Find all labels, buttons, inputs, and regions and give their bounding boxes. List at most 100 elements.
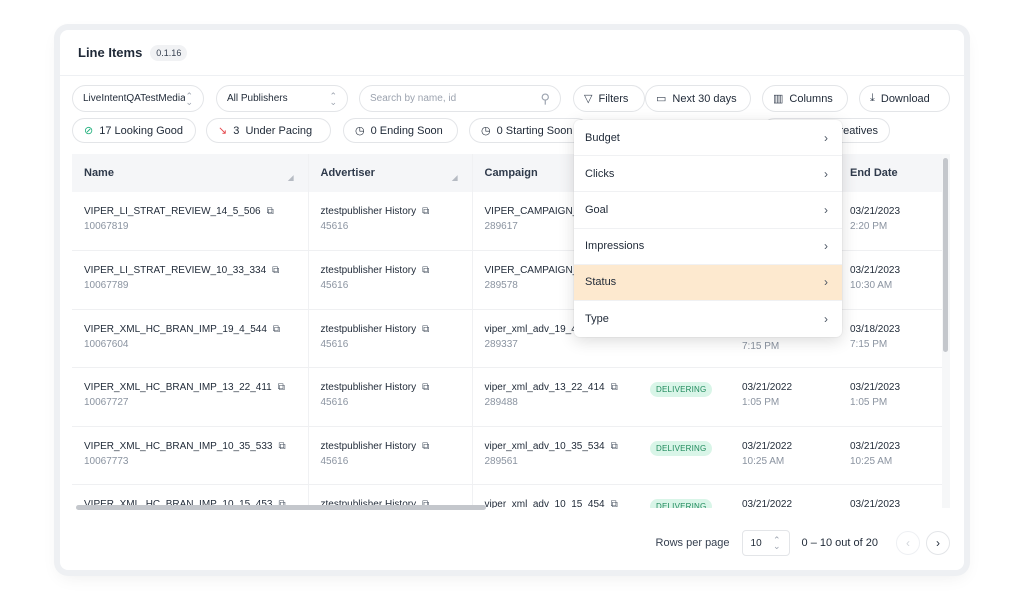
- external-link-icon[interactable]: ⧉: [422, 382, 429, 393]
- horizontal-scrollbar-thumb[interactable]: [76, 505, 486, 510]
- advertiser-name-text[interactable]: ztestpublisher History: [321, 441, 417, 452]
- external-link-icon[interactable]: ⧉: [278, 441, 285, 452]
- chevron-right-icon: ›: [824, 130, 828, 145]
- column-header-name[interactable]: Name ◢: [72, 154, 308, 192]
- campaign-name-text[interactable]: viper_xml_adv_10_35_534: [485, 441, 605, 452]
- vertical-scrollbar-thumb[interactable]: [943, 158, 948, 352]
- line-item-name[interactable]: VIPER_XML_HC_BRAN_IMP_19_4_544 ⧉: [84, 324, 308, 335]
- line-item-name-text[interactable]: VIPER_XML_HC_BRAN_IMP_13_22_411: [84, 382, 272, 393]
- filter-menu-item-impressions[interactable]: Impressions ›: [574, 229, 842, 265]
- external-link-icon[interactable]: ⧉: [422, 206, 429, 217]
- external-link-icon[interactable]: ⧉: [278, 382, 285, 393]
- line-item-name[interactable]: VIPER_LI_STRAT_REVIEW_14_5_506 ⧉: [84, 206, 308, 217]
- chip-under-pacing[interactable]: ↘ 3 Under Pacing: [206, 118, 331, 143]
- external-link-icon[interactable]: ⧉: [611, 382, 618, 393]
- external-link-icon[interactable]: ⧉: [272, 265, 279, 276]
- rows-per-page-label: Rows per page: [655, 537, 730, 549]
- filter-menu-item-status[interactable]: Status ›: [574, 264, 842, 301]
- filter-menu-item-label: Status: [585, 276, 617, 289]
- chevron-right-icon: ›: [824, 312, 828, 327]
- external-link-icon[interactable]: ⧉: [422, 441, 429, 452]
- campaign-name[interactable]: viper_xml_adv_13_22_414 ⧉: [485, 382, 639, 393]
- advertiser-name[interactable]: ztestpublisher History ⧉: [321, 441, 472, 452]
- column-header-end-date[interactable]: End Date◢: [838, 154, 950, 192]
- updown-icon: ⌃ ⌄: [329, 90, 337, 107]
- vertical-scrollbar[interactable]: [942, 154, 950, 508]
- advertiser-id: 45616: [320, 455, 349, 467]
- chip-ending-soon[interactable]: ◷ 0 Ending Soon: [343, 118, 458, 143]
- calendar-icon: ▭: [656, 93, 667, 105]
- advertiser-id: 45616: [320, 397, 349, 408]
- end-date: 03/21/2023: [850, 382, 901, 393]
- end-date: 03/21/2023: [850, 265, 901, 276]
- external-link-icon[interactable]: ⧉: [267, 206, 274, 217]
- resize-handle-icon[interactable]: ◢: [452, 174, 457, 182]
- column-header-advertiser[interactable]: Advertiser ◢: [307, 154, 472, 192]
- filter-menu-item-label: Impressions: [585, 240, 645, 253]
- external-link-icon[interactable]: ⧉: [611, 441, 618, 452]
- advertiser-name-text[interactable]: ztestpublisher History: [321, 206, 417, 217]
- line-item-name-text[interactable]: VIPER_LI_STRAT_REVIEW_10_33_334: [84, 265, 266, 276]
- campaign-id: 289561: [484, 455, 518, 467]
- filter-menu-item-goal[interactable]: Goal ›: [574, 192, 842, 229]
- table-row[interactable]: VIPER_XML_HC_BRAN_IMP_13_22_411 ⧉ 10067727…: [72, 367, 950, 427]
- start-time: 1:05 PM: [742, 397, 780, 408]
- external-link-icon[interactable]: ⧉: [422, 324, 429, 335]
- horizontal-scrollbar[interactable]: [72, 504, 950, 512]
- column-label: End Date: [850, 167, 898, 179]
- advertiser-name[interactable]: ztestpublisher History ⧉: [321, 324, 472, 335]
- date-range-button[interactable]: ▭ Next 30 days: [645, 85, 751, 112]
- campaign-name-text[interactable]: viper_xml_adv_13_22_414: [485, 382, 605, 393]
- line-item-name-text[interactable]: VIPER_LI_STRAT_REVIEW_14_5_506: [84, 206, 261, 217]
- line-item-name-text[interactable]: VIPER_XML_HC_BRAN_IMP_10_35_533: [84, 441, 272, 452]
- advertiser-name-text[interactable]: ztestpublisher History: [321, 382, 417, 393]
- filters-label: Filters: [598, 92, 629, 105]
- rows-per-page-select[interactable]: 10 ⌃ ⌄: [741, 530, 790, 556]
- filter-menu-item-budget[interactable]: Budget ›: [574, 120, 842, 157]
- line-item-name-text[interactable]: VIPER_XML_HC_BRAN_IMP_19_4_544: [84, 324, 267, 335]
- start-time: 10:25 AM: [742, 455, 785, 467]
- updown-icon: ⌃ ⌄: [185, 90, 193, 107]
- filters-button[interactable]: ▽ Filters: [573, 85, 645, 112]
- external-link-icon[interactable]: ⧉: [273, 324, 280, 335]
- advertiser-name-text[interactable]: ztestpublisher History: [321, 265, 417, 276]
- start-time: 7:15 PM: [742, 340, 780, 352]
- campaign-name[interactable]: viper_xml_adv_10_35_534 ⧉: [485, 441, 639, 452]
- columns-button[interactable]: ▥ Columns: [762, 85, 848, 112]
- chip-starting-soon[interactable]: ◷ 0 Starting Soon: [469, 118, 589, 143]
- end-time: 7:15 PM: [850, 338, 888, 350]
- chevron-right-icon: ›: [824, 239, 828, 254]
- line-item-name[interactable]: VIPER_XML_HC_BRAN_IMP_13_22_411 ⧉: [84, 382, 308, 393]
- advertiser-name[interactable]: ztestpublisher History ⧉: [321, 265, 472, 276]
- filter-menu-item-label: Type: [585, 313, 609, 326]
- campaign-name-text[interactable]: VIPER_CAMPAIGN_S: [485, 265, 585, 276]
- advertiser-name[interactable]: ztestpublisher History ⧉: [321, 382, 472, 393]
- filter-menu-item-clicks[interactable]: Clicks ›: [574, 156, 842, 193]
- campaign-name-text[interactable]: viper_xml_adv_19_4: [485, 324, 577, 335]
- table-row[interactable]: VIPER_XML_HC_BRAN_IMP_10_35_533 ⧉ 10067773…: [72, 426, 950, 485]
- end-time: 10:30 AM: [850, 280, 893, 291]
- advertiser-name[interactable]: ztestpublisher History ⧉: [321, 206, 472, 217]
- end-time: 1:05 PM: [850, 397, 888, 408]
- chip-looking-good[interactable]: ⊘ 17 Looking Good: [72, 118, 196, 143]
- previous-page-button[interactable]: ‹: [896, 531, 920, 555]
- line-item-id: 10067727: [84, 397, 129, 408]
- external-link-icon[interactable]: ⧉: [422, 265, 429, 276]
- line-item-name[interactable]: VIPER_XML_HC_BRAN_IMP_10_35_533 ⧉: [84, 441, 308, 452]
- chip-count: 0: [496, 124, 503, 137]
- resize-handle-icon[interactable]: ◢: [288, 174, 293, 182]
- toolbar: LiveIntentQATestMedia ⌃ ⌄ All Publishers …: [72, 85, 952, 113]
- publisher-select[interactable]: All Publishers ⌃ ⌄: [216, 85, 348, 112]
- start-date: 03/21/2022: [742, 440, 793, 452]
- filter-menu-item-type[interactable]: Type ›: [574, 301, 842, 337]
- chip-label: Ending Soon: [379, 124, 443, 137]
- search-input[interactable]: Search by name, id ⚲: [359, 85, 561, 112]
- check-circle-icon: ⊘: [84, 125, 94, 137]
- line-item-name[interactable]: VIPER_LI_STRAT_REVIEW_10_33_334 ⧉: [84, 265, 308, 276]
- download-button[interactable]: ⤓ Download: [859, 85, 950, 112]
- account-select[interactable]: LiveIntentQATestMedia ⌃ ⌄: [72, 85, 204, 112]
- next-page-button[interactable]: ›: [926, 531, 950, 555]
- advertiser-name-text[interactable]: ztestpublisher History: [321, 324, 417, 335]
- chip-label: Looking Good: [114, 124, 184, 137]
- campaign-name-text[interactable]: VIPER_CAMPAIGN_S: [485, 206, 585, 217]
